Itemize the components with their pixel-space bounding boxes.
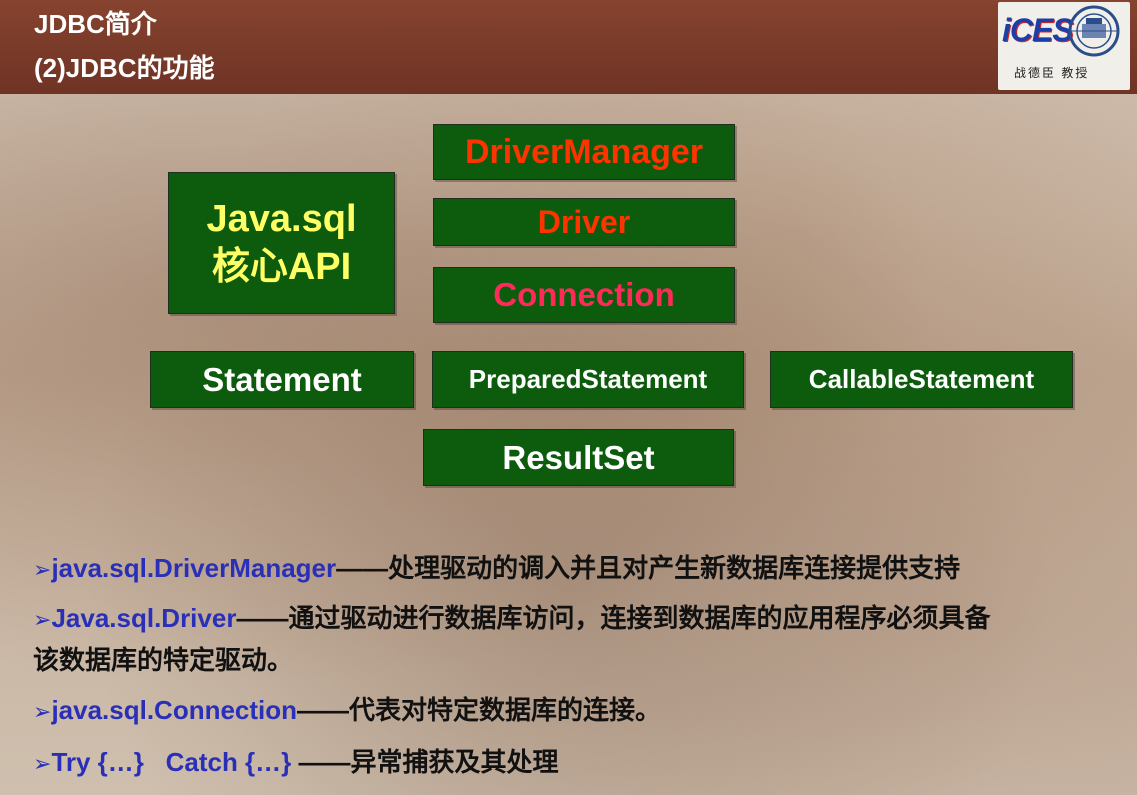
logo-caption: 战德臣 教授 bbox=[1014, 66, 1090, 80]
bullet-text: ——通过驱动进行数据库访问，连接到数据库的应用程序必须具备 bbox=[236, 603, 991, 633]
result-set-box: ResultSet bbox=[423, 429, 734, 486]
bullet-text: ——异常捕获及其处理 bbox=[291, 747, 559, 777]
bullet-text: 该数据库的特定驱动。 bbox=[33, 645, 294, 675]
bullet-item-try-catch: ➢Try {…} Catch {…} ——异常捕获及其处理 bbox=[33, 744, 559, 782]
bullet-keyword: java.sql.Connection bbox=[51, 695, 298, 725]
core-api-line1: Java.sql bbox=[206, 198, 357, 240]
bullet-item-driver-manager: ➢java.sql.DriverManager——处理驱动的调入并且对产生新数据… bbox=[33, 550, 960, 588]
bullet-text: ——代表对特定数据库的连接。 bbox=[297, 695, 662, 725]
slide-subtitle: (2)JDBC的功能 bbox=[34, 53, 215, 83]
bullet-arrow-icon: ➢ bbox=[33, 699, 52, 724]
bullet-item-driver-continued: 该数据库的特定驱动。 bbox=[33, 642, 293, 678]
ices-logo: iCES 战德臣 教授 bbox=[998, 2, 1130, 90]
logo-wordmark: iCES bbox=[1002, 12, 1074, 48]
prepared-statement-box: PreparedStatement bbox=[432, 351, 744, 408]
connection-box: Connection bbox=[433, 267, 735, 323]
callable-statement-box: CallableStatement bbox=[770, 351, 1073, 408]
emblem-icon bbox=[1068, 5, 1120, 57]
core-api-line2: 核心API bbox=[211, 246, 352, 288]
statement-box: Statement bbox=[150, 351, 414, 408]
slide-title: JDBC简介 bbox=[34, 9, 157, 39]
bullet-keyword: Try {…} Catch {…} bbox=[51, 747, 292, 777]
bullet-keyword: Java.sql.Driver bbox=[51, 603, 237, 633]
bullet-text: ——处理驱动的调入并且对产生新数据库连接提供支持 bbox=[336, 553, 961, 583]
driver-manager-box: DriverManager bbox=[433, 124, 735, 180]
bullet-arrow-icon: ➢ bbox=[33, 751, 52, 776]
slide-header: JDBC简介 (2)JDBC的功能 iCES 战德臣 教授 bbox=[0, 0, 1137, 94]
bullet-arrow-icon: ➢ bbox=[33, 607, 52, 632]
core-api-box: Java.sql 核心API bbox=[168, 172, 395, 314]
driver-box: Driver bbox=[433, 198, 735, 246]
bullet-keyword: java.sql.DriverManager bbox=[51, 553, 337, 583]
bullet-item-driver: ➢Java.sql.Driver——通过驱动进行数据库访问，连接到数据库的应用程… bbox=[33, 600, 990, 638]
bullet-arrow-icon: ➢ bbox=[33, 557, 52, 582]
bullet-item-connection: ➢java.sql.Connection——代表对特定数据库的连接。 bbox=[33, 692, 661, 730]
